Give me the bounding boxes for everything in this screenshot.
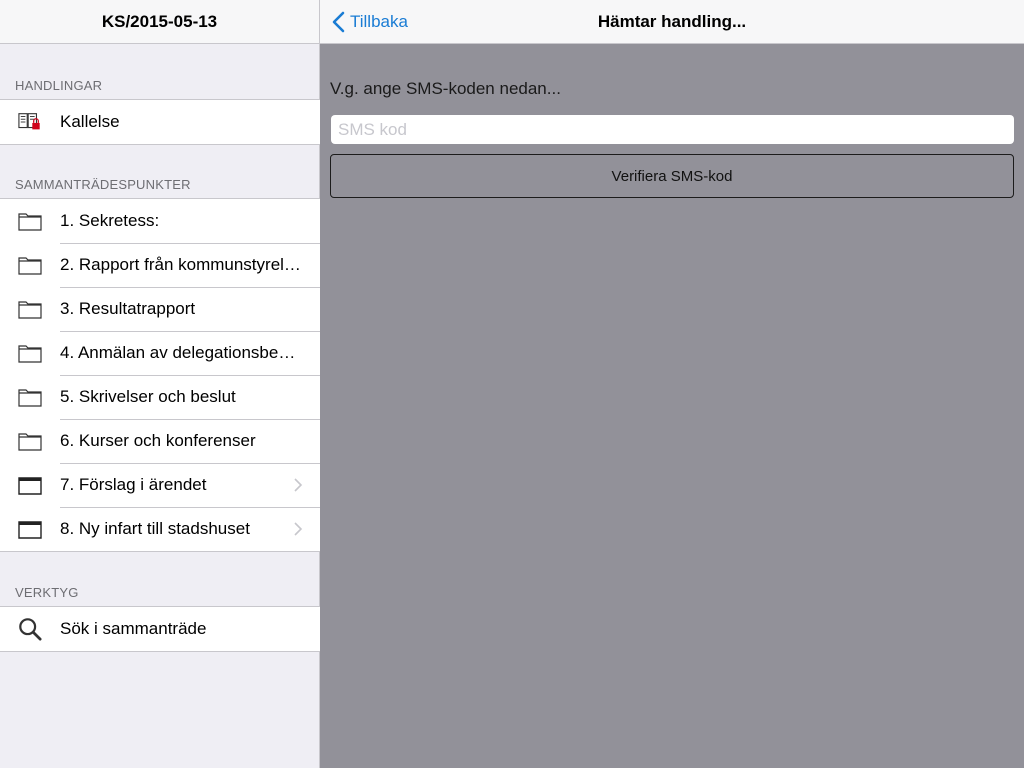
chevron-right-icon [290,477,306,493]
folder-icon [18,385,42,409]
search-icon [18,617,42,641]
sidebar-item-label: Kallelse [60,112,120,131]
sidebar-item-search-meeting[interactable]: Sök i sammanträde [0,607,320,651]
sidebar-item-label: Sök i sammanträde [60,619,207,638]
section-header-handlingar: HANDLINGAR [15,78,103,93]
chevron-right-icon [290,521,306,537]
handlingar-group: Kallelse [0,99,320,145]
sidebar-title: KS/2015-05-13 [101,11,218,31]
sms-prompt: V.g. ange SMS-koden nedan... [330,79,561,98]
back-button-label: Tillbaka [350,12,408,31]
verify-sms-button[interactable]: Verifiera SMS-kod [330,154,1014,198]
folder-icon [18,209,42,233]
agenda-item-label: 3. Resultatrapport [60,299,196,318]
folder-icon [18,253,42,277]
section-header-sammantradespunkter: SAMMANTRÄDESPUNKTER [15,177,191,192]
agenda-item-7[interactable]: 7. Förslag i ärendet [0,463,320,507]
agenda-item-label: 8. Ny infart till stadshuset [60,519,250,538]
folder-icon [18,341,42,365]
app-root: KS/2015-05-13 HANDLINGAR Kallelse SAMMAN… [0,0,1024,768]
agenda-item-6[interactable]: 6. Kurser och konferenser [0,419,320,463]
agenda-item-label: 5. Skrivelser och beslut [60,387,236,406]
detail-pane: Hämtar handling... Tillbaka V.g. ange SM… [320,0,1024,768]
document-lock-icon [18,110,42,134]
agenda-item-label: 2. Rapport från kommunstyrelsens ordföra… [60,255,302,274]
sidebar: KS/2015-05-13 HANDLINGAR Kallelse SAMMAN… [0,0,320,768]
agenda-item-5[interactable]: 5. Skrivelser och beslut [0,375,320,419]
folder-filled-icon [18,473,42,497]
chevron-left-icon [332,11,345,33]
agenda-item-3[interactable]: 3. Resultatrapport [0,287,320,331]
detail-nav-bar: Hämtar handling... Tillbaka [320,0,1024,44]
agenda-item-8[interactable]: 8. Ny infart till stadshuset [0,507,320,551]
sidebar-nav-bar: KS/2015-05-13 [0,0,319,44]
agenda-group: 1. Sekretess: 2. Rapport från kommunstyr… [0,198,320,552]
agenda-item-label: 7. Förslag i ärendet [60,475,207,494]
tools-group: Sök i sammanträde [0,606,320,652]
back-button[interactable]: Tillbaka [332,0,408,44]
agenda-item-label: 1. Sekretess: [60,211,160,230]
agenda-item-2[interactable]: 2. Rapport från kommunstyrelsens ordföra… [0,243,320,287]
section-header-verktyg: VERKTYG [15,585,79,600]
agenda-item-4[interactable]: 4. Anmälan av delegationsbeslut [0,331,320,375]
folder-icon [18,297,42,321]
detail-title: Hämtar handling... [597,12,747,31]
folder-icon [18,429,42,453]
sms-code-input[interactable] [331,115,1014,144]
folder-filled-icon [18,517,42,541]
agenda-item-label: 4. Anmälan av delegationsbeslut [60,343,302,362]
agenda-item-1[interactable]: 1. Sekretess: [0,199,320,243]
sidebar-item-kallelse[interactable]: Kallelse [0,100,320,144]
agenda-item-label: 6. Kurser och konferenser [60,431,256,450]
